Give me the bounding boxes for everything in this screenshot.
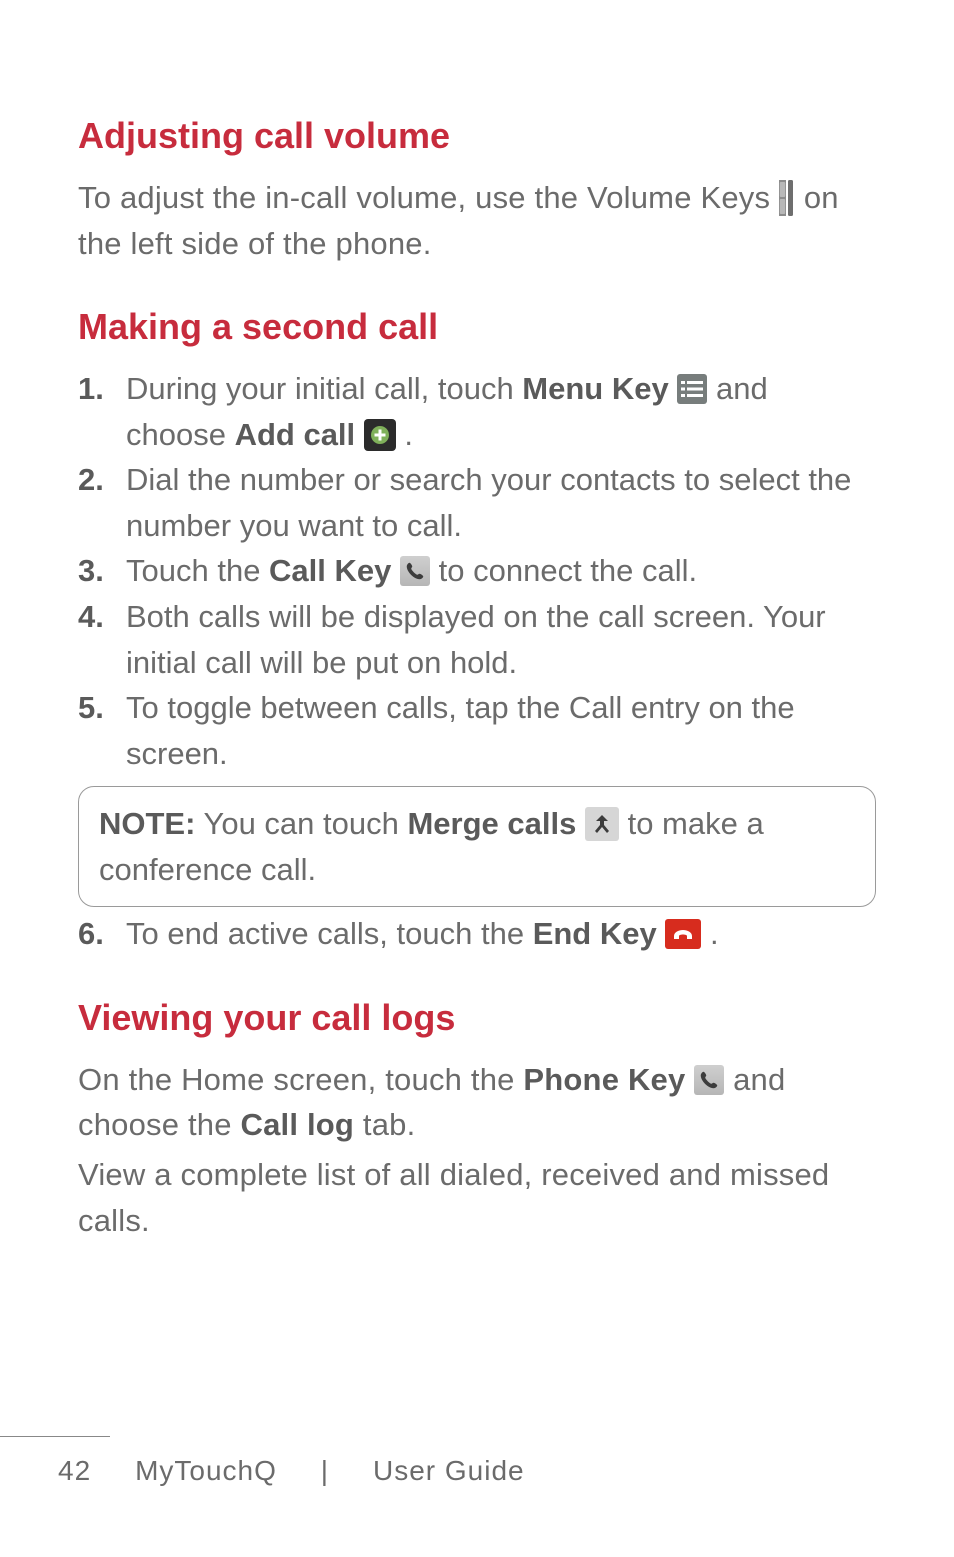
add-call-icon xyxy=(364,419,396,451)
step-number: 5. xyxy=(78,685,104,731)
step-number: 2. xyxy=(78,457,104,503)
step-6: 6. To end active calls, touch the End Ke… xyxy=(78,911,876,957)
step-1: 1. During your initial call, touch Menu … xyxy=(78,366,876,457)
note-box: NOTE: You can touch Merge calls to make … xyxy=(78,786,876,907)
product-name: MyTouchQ xyxy=(135,1455,277,1486)
footer-sep: | xyxy=(321,1455,329,1486)
guide-title: User Guide xyxy=(373,1455,525,1486)
footer-divider xyxy=(0,1436,110,1437)
step-3: 3. Touch the Call Key to connect the cal… xyxy=(78,548,876,594)
merge-calls-label: Merge calls xyxy=(407,806,576,841)
step-number: 3. xyxy=(78,548,104,594)
steps-list: 1. During your initial call, touch Menu … xyxy=(78,366,876,776)
para-volume: To adjust the in-call volume, use the Vo… xyxy=(78,175,876,266)
step-number: 1. xyxy=(78,366,104,412)
call-key-label: Call Key xyxy=(269,553,391,588)
section-second-call: Making a second call 1. During your init… xyxy=(78,306,876,957)
volume-keys-icon xyxy=(779,180,795,216)
heading-adjusting-volume: Adjusting call volume xyxy=(78,115,876,157)
section-call-logs: Viewing your call logs On the Home scree… xyxy=(78,997,876,1243)
text: Both calls will be displayed on the call… xyxy=(126,599,826,680)
text: tab. xyxy=(363,1107,416,1142)
add-call-label: Add call xyxy=(235,417,356,452)
text: . xyxy=(404,417,413,452)
step-number: 4. xyxy=(78,594,104,640)
para-call-logs-2: View a complete list of all dialed, rece… xyxy=(78,1152,876,1243)
menu-key-label: Menu Key xyxy=(522,371,668,406)
text: to connect the call. xyxy=(439,553,698,588)
page-footer: 42 MyTouchQ | User Guide xyxy=(0,1436,954,1487)
phone-key-label: Phone Key xyxy=(523,1062,685,1097)
end-key-label: End Key xyxy=(533,916,657,951)
step-2: 2. Dial the number or search your contac… xyxy=(78,457,876,548)
call-log-label: Call log xyxy=(240,1107,354,1142)
note-label: NOTE: xyxy=(99,806,195,841)
text: Dial the number or search your contacts … xyxy=(126,462,851,543)
manual-page: Adjusting call volume To adjust the in-c… xyxy=(0,0,954,1557)
text: To toggle between calls, tap the Call en… xyxy=(126,690,795,771)
text: Touch the xyxy=(126,553,269,588)
phone-key-icon xyxy=(694,1065,724,1095)
section-adjusting-volume: Adjusting call volume To adjust the in-c… xyxy=(78,115,876,266)
page-number: 42 xyxy=(58,1455,91,1486)
merge-calls-icon xyxy=(585,807,619,841)
call-key-icon xyxy=(400,556,430,586)
text: To end active calls, touch the xyxy=(126,916,533,951)
step-5: 5. To toggle between calls, tap the Call… xyxy=(78,685,876,776)
steps-list-cont: 6. To end active calls, touch the End Ke… xyxy=(78,911,876,957)
text: To adjust the in-call volume, use the Vo… xyxy=(78,180,779,215)
para-call-logs-1: On the Home screen, touch the Phone Key … xyxy=(78,1057,876,1148)
end-key-icon xyxy=(665,919,701,949)
text: On the Home screen, touch the xyxy=(78,1062,523,1097)
heading-second-call: Making a second call xyxy=(78,306,876,348)
step-4: 4. Both calls will be displayed on the c… xyxy=(78,594,876,685)
step-number: 6. xyxy=(78,911,104,957)
text: . xyxy=(710,916,719,951)
footer-text: 42 MyTouchQ | User Guide xyxy=(0,1455,954,1487)
text: During your initial call, touch xyxy=(126,371,522,406)
menu-key-icon xyxy=(677,374,707,404)
heading-call-logs: Viewing your call logs xyxy=(78,997,876,1039)
text: You can touch xyxy=(204,806,408,841)
